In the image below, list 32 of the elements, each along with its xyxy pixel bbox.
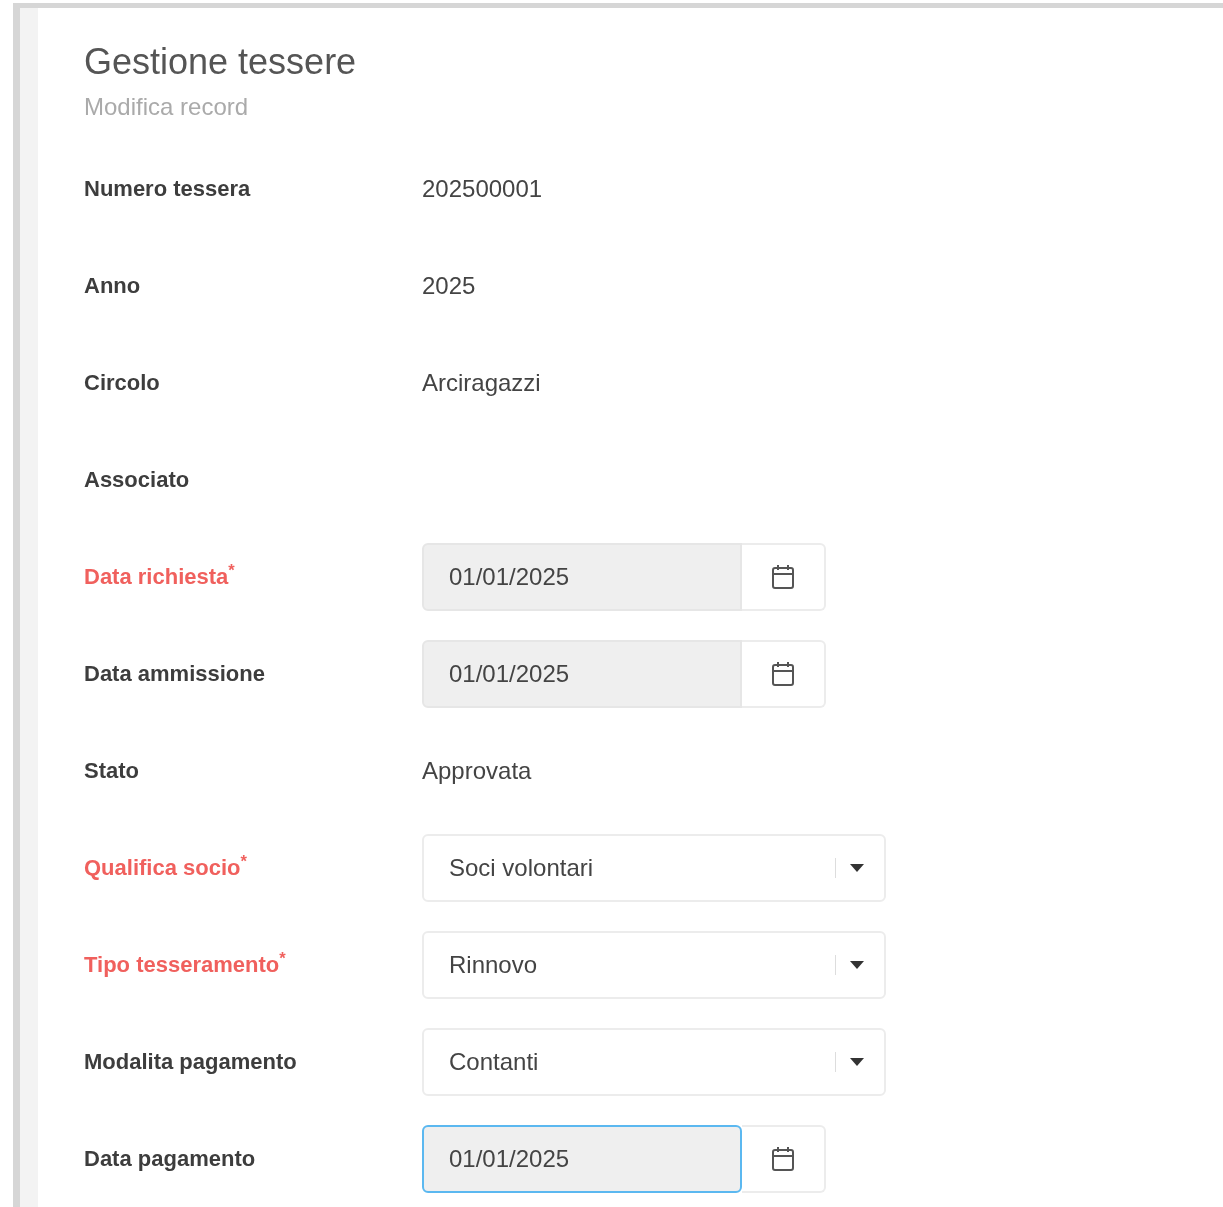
field-label: Data pagamento [84,1145,257,1173]
field-value: 2025 [422,270,476,301]
date-field[interactable]: 01/01/2025 [422,639,742,708]
select-field[interactable]: Soci volontari [422,833,886,902]
field-label: Data richiesta$^{*}$ [84,560,236,591]
calendar-icon [771,563,795,590]
field-label: Numero tessera [84,175,252,203]
field-label: Associato [84,466,191,494]
calendar-button[interactable] [742,639,826,708]
date-field[interactable]: 01/01/2025 [422,1124,742,1193]
field-value: 202500001 [422,173,543,204]
page-subtitle: Modifica record [84,92,250,122]
field-label: Qualifica socio$^{*}$ [84,851,248,882]
field-label: Stato [84,757,140,785]
field-label: Data ammissione [84,660,266,688]
caret-icon [850,1057,864,1066]
page-title: Gestione tessere [84,40,358,84]
field-label: Tipo tesseramento$^{*}$ [84,948,287,979]
field-value: Arciragazzi [422,367,541,398]
field-value: Approvata [422,755,532,786]
date-field[interactable]: 01/01/2025 [422,542,742,611]
field-label: Modalita pagamento [84,1048,298,1076]
field-label: Circolo [84,369,161,397]
select-field[interactable]: Rinnovo [422,930,886,999]
calendar-icon [771,660,795,687]
calendar-icon [771,1145,795,1172]
field-label: Anno [84,272,142,300]
caret-icon [850,863,864,872]
caret-icon [850,960,864,969]
calendar-button[interactable] [742,542,826,611]
select-field[interactable]: Contanti [422,1027,886,1096]
calendar-button[interactable] [742,1124,826,1193]
